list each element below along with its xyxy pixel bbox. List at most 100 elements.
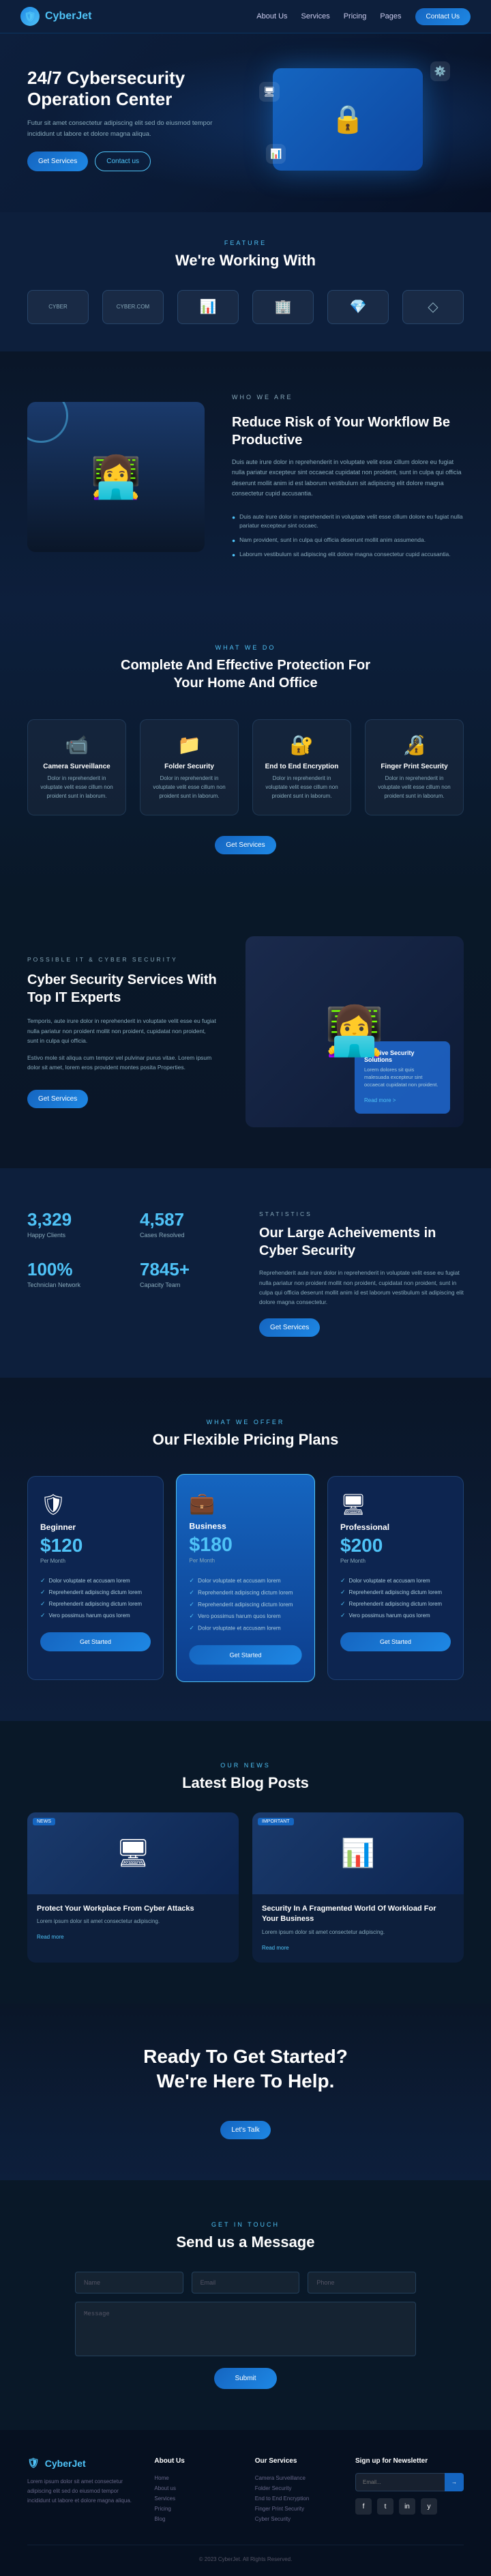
blog-desc-2: Lorem ipsum dolor sit amet consectetur a… <box>262 1929 454 1935</box>
plan-icon-professional: 🖥 <box>340 1493 451 1517</box>
cyber-overlay-desc: Lorem dolores sit quis malesuada excepte… <box>364 1066 441 1089</box>
plan-feature-b-2: Reprehenderit adipiscing dictum lorem <box>40 1587 151 1598</box>
plan-feature-p-3: Reprehenderit adipiscing dictum lorem <box>340 1598 451 1610</box>
nav-pricing[interactable]: Pricing <box>344 12 367 20</box>
cyber-heading: Cyber Security Services With Top IT Expe… <box>27 971 218 1007</box>
social-icons: f t in y <box>355 2498 464 2515</box>
hero-text: 24/7 Cybersecurity Operation Center Futu… <box>27 68 232 171</box>
cyber-services-button[interactable]: Get Services <box>27 1090 88 1108</box>
social-twitter[interactable]: t <box>377 2498 393 2515</box>
blog-content-1: Protect Your Workplace From Cyber Attack… <box>27 1894 239 1952</box>
logo: 🛡 CyberJet <box>20 7 91 26</box>
partner-logos-container: CYBER CYBER.COM 📊 🏢 💎 ◇ <box>27 290 464 324</box>
who-heading: Reduce Risk of Your Workflow Be Producti… <box>232 414 464 449</box>
footer-description: Lorem ipsum dolor sit amet consectetur a… <box>27 2477 134 2505</box>
blog-title-1: Protect Your Workplace From Cyber Attack… <box>37 1904 229 1914</box>
logo-text: CyberJet <box>45 10 91 23</box>
footer-logo-text: CyberJet <box>45 2458 86 2469</box>
plan-icon-business: 💼 <box>189 1491 301 1516</box>
stat-value-2: 4,587 <box>140 1209 232 1230</box>
blog-card-2: 📊 IMPORTANT Security In A Fragmented Wor… <box>252 1812 464 1963</box>
footer-newsletter-col: Sign up for Newsletter → f t in y <box>355 2457 464 2524</box>
stats-section: 3,329 Happy Clients 4,587 Cases Resolved… <box>0 1168 491 1378</box>
message-field[interactable] <box>75 2302 416 2356</box>
hero-contact-button[interactable]: Contact us <box>95 151 151 171</box>
social-linkedin[interactable]: in <box>399 2498 415 2515</box>
blog-tag-1: NEWS <box>33 1818 55 1825</box>
name-field[interactable] <box>75 2272 183 2293</box>
service-desc-1: Dolor in reprehenderit in voluptate veli… <box>36 775 117 800</box>
footer-svc-4: Finger Print Security <box>255 2504 335 2514</box>
phone-field[interactable] <box>308 2272 416 2293</box>
stats-description: Reprehenderit aute irure dolor in repreh… <box>259 1268 464 1307</box>
stat-label-3: Techniclan Network <box>27 1282 119 1288</box>
social-youtube[interactable]: y <box>421 2498 437 2515</box>
services-cta-button[interactable]: Get Services <box>215 836 276 854</box>
floating-icon-1: ⚙️ <box>430 61 450 81</box>
plan-btn-beginner[interactable]: Get Started <box>40 1632 151 1651</box>
blog-desc-1: Lorem ipsum dolor sit amet consectetur a… <box>37 1918 229 1924</box>
stat-value-1: 3,329 <box>27 1209 119 1230</box>
email-field[interactable] <box>192 2272 300 2293</box>
service-icon-1: 📹 <box>36 734 117 756</box>
pricing-section: WHAT WE OFFER Our Flexible Pricing Plans… <box>0 1378 491 1721</box>
footer-services-title: Our Services <box>255 2457 335 2465</box>
stat-2: 4,587 Cases Resolved <box>140 1209 232 1239</box>
social-facebook[interactable]: f <box>355 2498 372 2515</box>
service-card-4: 🔏 Finger Print Security Dolor in reprehe… <box>365 719 464 815</box>
blog-grid: 🖥 NEWS Protect Your Workplace From Cyber… <box>27 1812 464 1963</box>
footer-about-links: Home About us Services Pricing Blog <box>154 2473 234 2524</box>
partners-section: FEATURE We're Working With CYBER CYBER.C… <box>0 212 491 351</box>
footer: 🛡 CyberJet Lorem ipsum dolor sit amet co… <box>0 2430 491 2576</box>
blog-more-1[interactable]: Read more <box>37 1934 64 1940</box>
blog-tag-2: IMPORTANT <box>258 1818 294 1825</box>
stats-cta-button[interactable]: Get Services <box>259 1318 320 1337</box>
stat-label-4: Capacity Team <box>140 1282 232 1288</box>
footer-svc-2: Folder Security <box>255 2483 335 2493</box>
service-title-2: Folder Security <box>149 763 230 770</box>
blog-img-icon-1: 🖥 <box>116 1837 151 1869</box>
plan-period-professional: Per Month <box>340 1558 451 1564</box>
service-title-3: End to End Encryption <box>261 763 342 770</box>
plan-period-beginner: Per Month <box>40 1558 151 1564</box>
footer-services-col: Our Services Camera Surveillance Folder … <box>255 2457 335 2524</box>
cyber-overlay-link[interactable]: Read more > <box>364 1097 396 1103</box>
pricing-card-business: 💼 Business $180 Per Month Dolor voluptat… <box>176 1474 315 1682</box>
cyber-desc-2: Estivo mole sit aliqua cum tempor vel pu… <box>27 1053 218 1073</box>
plan-feature-biz-5: Dolor voluptate et accusam lorem <box>189 1622 301 1634</box>
newsletter-form: → <box>355 2473 464 2491</box>
partner-logo-2: CYBER.COM <box>102 290 164 324</box>
footer-svc-1: Camera Surveillance <box>255 2473 335 2483</box>
plan-price-beginner: $120 <box>40 1535 151 1557</box>
stat-1: 3,329 Happy Clients <box>27 1209 119 1239</box>
plan-btn-professional[interactable]: Get Started <box>340 1632 451 1651</box>
plan-features-business: Dolor voluptate et accusam lorem Reprehe… <box>189 1575 301 1634</box>
plan-name-business: Business <box>189 1521 301 1531</box>
plan-feature-p-4: Vero possimus harum quos lorem <box>340 1610 451 1621</box>
logo-icon-shape: 🛡 <box>24 11 36 23</box>
footer-newsletter-title: Sign up for Newsletter <box>355 2457 464 2465</box>
blog-image-2: 📊 IMPORTANT <box>252 1812 464 1894</box>
blog-more-2[interactable]: Read more <box>262 1945 289 1951</box>
plan-btn-business[interactable]: Get Started <box>189 1645 301 1665</box>
service-title-4: Finger Print Security <box>374 763 455 770</box>
hero-title: 24/7 Cybersecurity Operation Center <box>27 68 232 110</box>
hero-services-button[interactable]: Get Services <box>27 151 88 171</box>
plan-feature-biz-2: Reprehenderit adipiscing dictum lorem <box>189 1587 301 1598</box>
footer-logo: 🛡 CyberJet <box>27 2457 134 2469</box>
navbar: 🛡 CyberJet About Us Services Pricing Pag… <box>0 0 491 33</box>
cta-button[interactable]: Let's Talk <box>220 2121 270 2139</box>
nav-cta-button[interactable]: Contact Us <box>415 8 471 25</box>
nav-pages[interactable]: Pages <box>380 12 401 20</box>
hero-image: ⚙️ 📊 🖥 <box>273 68 464 171</box>
partner-logo-3: 📊 <box>177 290 239 324</box>
newsletter-submit[interactable]: → <box>445 2473 464 2491</box>
service-icon-4: 🔏 <box>374 734 455 756</box>
nav-about[interactable]: About Us <box>256 12 287 20</box>
newsletter-input[interactable] <box>355 2473 445 2491</box>
nav-services[interactable]: Services <box>301 12 330 20</box>
contact-heading: Send us a Message <box>27 2233 464 2251</box>
floating-icon-3: 🖥 <box>259 82 280 102</box>
footer-services-links: Camera Surveillance Folder Security End … <box>255 2473 335 2524</box>
submit-button[interactable]: Submit <box>214 2368 276 2389</box>
